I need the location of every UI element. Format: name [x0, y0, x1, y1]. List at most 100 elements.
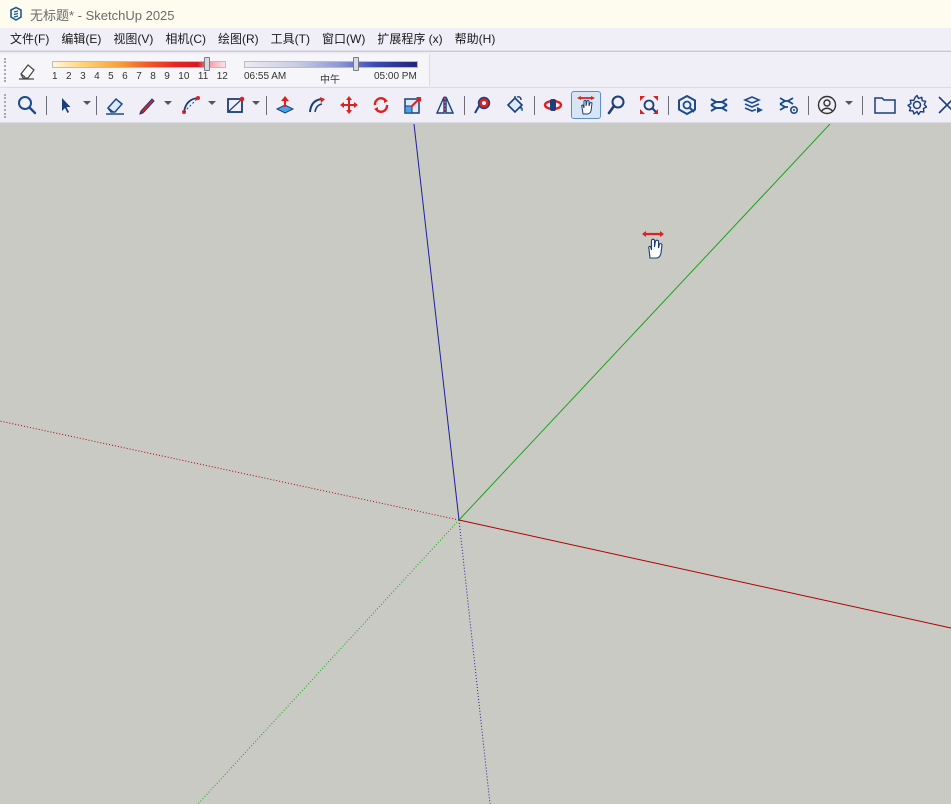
menu-file[interactable]: 文件(F): [4, 28, 55, 51]
folder-icon: [874, 97, 896, 114]
shadows-toolbar: 1 2 3 4 5 6 7 8 9 10 11 12 06:55 AM 中午 0…: [0, 52, 951, 88]
scale-button[interactable]: [400, 92, 426, 118]
toolbar-separator: [862, 96, 863, 115]
user-dropdown[interactable]: [845, 101, 853, 105]
push-pull-icon: [275, 96, 295, 114]
model-viewport[interactable]: [0, 124, 951, 804]
month-label: 3: [80, 71, 86, 82]
blue-axis-positive: [413, 124, 460, 521]
red-axis-positive: [458, 519, 951, 629]
layout-send-icon: [742, 96, 763, 113]
menu-tools[interactable]: 工具(T): [265, 28, 316, 51]
time-slider[interactable]: [244, 57, 418, 71]
select-arrow-icon: [62, 98, 71, 113]
rotate-icon: [373, 97, 389, 113]
toolbar-separator: [808, 96, 809, 115]
toolbar-separator: [46, 96, 47, 115]
select-button[interactable]: [52, 92, 78, 118]
open-folder-button[interactable]: [870, 92, 900, 118]
menu-camera[interactable]: 相机(C): [159, 28, 212, 51]
menu-bar: 文件(F) 编辑(E) 视图(V) 相机(C) 绘图(R) 工具(T) 窗口(W…: [0, 28, 951, 51]
zoom-icon: [607, 95, 625, 115]
month-label: 11: [197, 71, 209, 82]
orbit-button[interactable]: [540, 92, 566, 118]
time-noon-label: 中午: [320, 75, 340, 86]
line-button[interactable]: [134, 92, 160, 118]
tape-measure-button[interactable]: [470, 92, 496, 118]
extension-manager-button[interactable]: [776, 92, 802, 118]
pan-icon: [577, 96, 595, 115]
menu-extensions[interactable]: 扩展程序 (x): [371, 28, 448, 51]
menu-view[interactable]: 视图(V): [107, 28, 159, 51]
3d-warehouse-icon: [678, 94, 696, 116]
3d-warehouse-button[interactable]: [674, 92, 700, 118]
close-button[interactable]: [936, 92, 951, 118]
toolbar-separator: [668, 96, 669, 115]
time-slider-thumb[interactable]: [353, 57, 359, 71]
pan-cursor-icon: [642, 231, 664, 259]
close-icon: [938, 96, 951, 114]
month-label: 6: [122, 71, 128, 82]
axes-canvas: [0, 124, 951, 804]
follow-me-button[interactable]: [304, 92, 330, 118]
toolbar-separator: [464, 96, 465, 115]
menu-draw[interactable]: 绘图(R): [212, 28, 265, 51]
rotate-button[interactable]: [368, 92, 394, 118]
month-slider[interactable]: [52, 57, 226, 71]
send-to-layout-button[interactable]: [740, 92, 766, 118]
zoom-extents-icon: [640, 96, 658, 114]
flip-icon: [435, 96, 455, 114]
settings-button[interactable]: [902, 92, 932, 118]
green-axis-positive: [458, 124, 831, 521]
line-dropdown[interactable]: [164, 101, 172, 105]
arc-dropdown[interactable]: [208, 101, 216, 105]
pencil-icon: [139, 98, 155, 115]
toolbar-grip[interactable]: [4, 58, 7, 82]
month-label: 5: [108, 71, 114, 82]
sketchup-logo-icon: [10, 6, 22, 21]
eraser-icon[interactable]: [16, 60, 38, 82]
search-button[interactable]: [14, 92, 40, 118]
toolbar-separator: [266, 96, 267, 115]
move-button[interactable]: [336, 92, 362, 118]
main-toolbar: [0, 88, 951, 123]
user-account-button[interactable]: [814, 92, 840, 118]
arc-button[interactable]: [178, 92, 204, 118]
push-pull-button[interactable]: [272, 92, 298, 118]
time-end-label: 05:00 PM: [374, 71, 417, 82]
move-icon: [340, 96, 358, 114]
gear-icon: [907, 94, 928, 116]
title-bar: 无标题* - SketchUp 2025: [0, 0, 951, 28]
orbit-icon: [543, 99, 563, 111]
rectangle-icon: [227, 96, 245, 113]
window-title: 无标题* - SketchUp 2025: [30, 7, 175, 23]
zoom-button[interactable]: [604, 92, 630, 118]
red-axis-negative: [0, 420, 460, 521]
toolbar-grip[interactable]: [4, 94, 7, 118]
rectangle-button[interactable]: [222, 92, 248, 118]
eraser-button[interactable]: [102, 92, 128, 118]
extension-warehouse-button[interactable]: [706, 92, 732, 118]
menu-edit[interactable]: 编辑(E): [55, 28, 107, 51]
month-slider-thumb[interactable]: [204, 57, 210, 71]
paint-bucket-icon: [506, 96, 524, 114]
month-label: 12: [216, 71, 228, 82]
month-label: 1: [52, 71, 58, 82]
blue-axis-negative: [458, 519, 491, 804]
menu-window[interactable]: 窗口(W): [316, 28, 371, 51]
select-dropdown[interactable]: [83, 101, 91, 105]
menu-help[interactable]: 帮助(H): [449, 28, 502, 51]
rectangle-dropdown[interactable]: [252, 101, 260, 105]
eraser-icon: [106, 97, 124, 115]
zoom-extents-button[interactable]: [636, 92, 662, 118]
paint-bucket-button[interactable]: [502, 92, 528, 118]
flip-button[interactable]: [432, 92, 458, 118]
follow-me-icon: [309, 97, 325, 113]
pan-button[interactable]: [571, 91, 601, 119]
month-label: 8: [150, 71, 156, 82]
month-label: 9: [164, 71, 170, 82]
month-label: 4: [94, 71, 100, 82]
month-label: 7: [136, 71, 142, 82]
month-labels: 1 2 3 4 5 6 7 8 9 10 11 12: [52, 71, 228, 82]
tape-measure-icon: [474, 96, 491, 114]
